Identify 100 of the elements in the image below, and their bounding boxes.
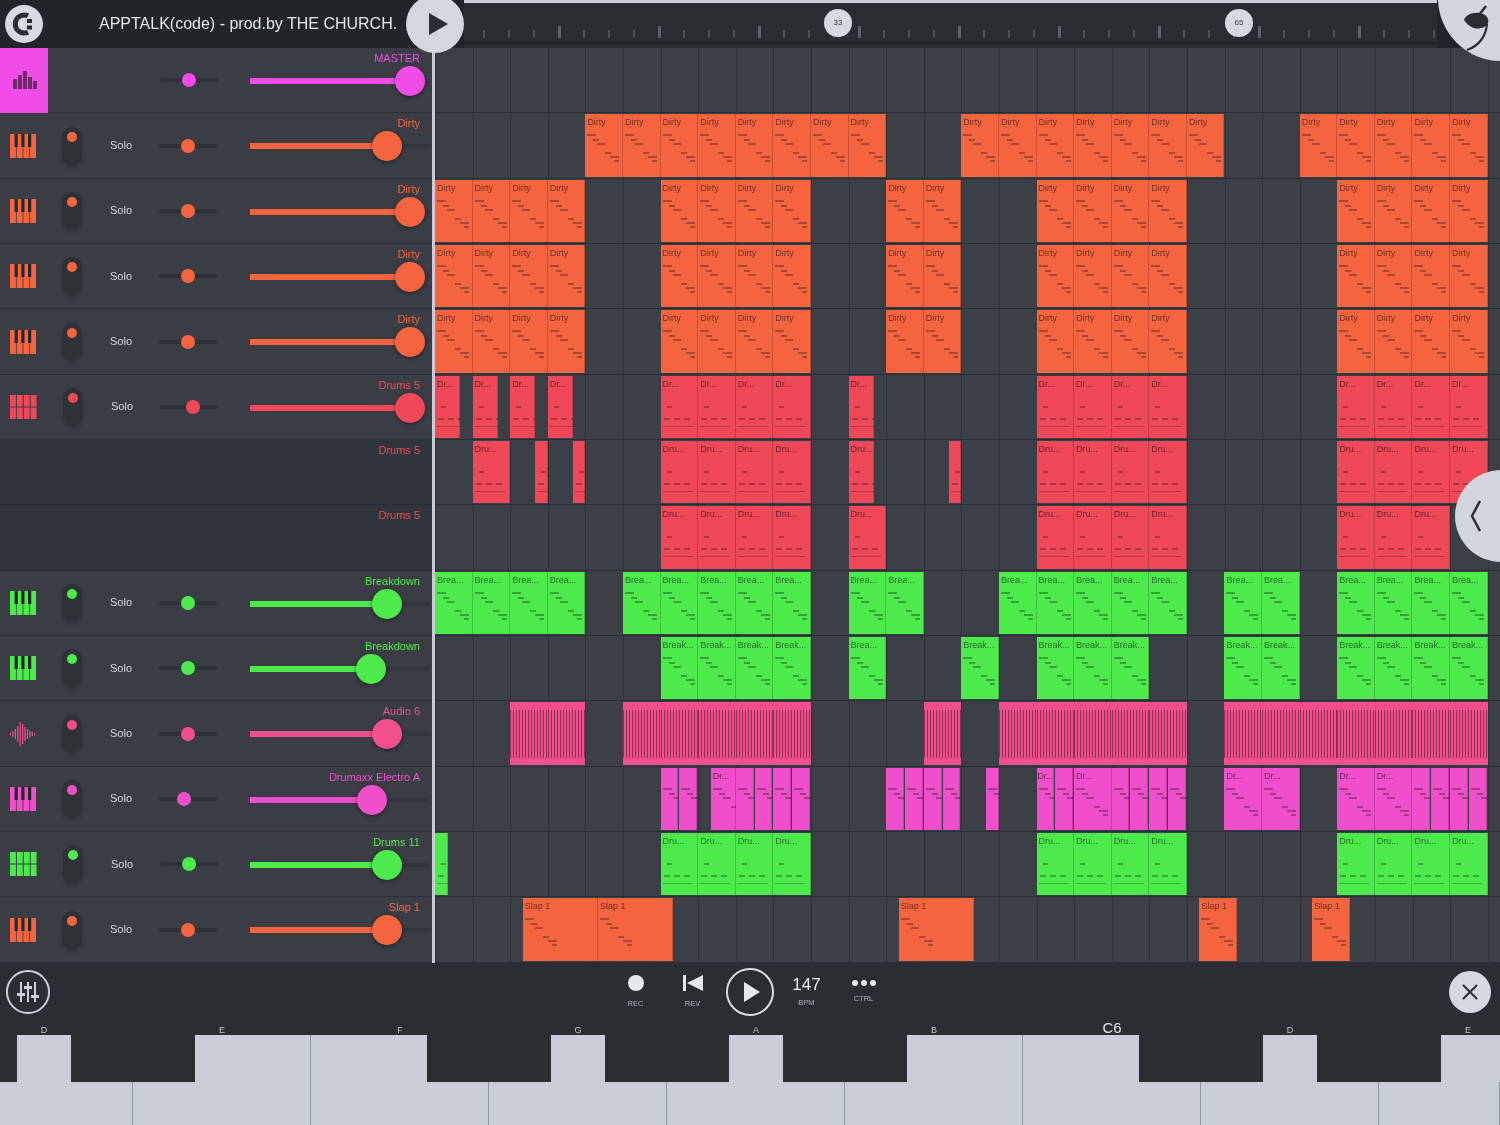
audio-clip[interactable] xyxy=(547,702,586,765)
pattern-clip[interactable]: Dru... xyxy=(1111,833,1150,896)
pattern-clip[interactable]: Brea... xyxy=(773,571,811,635)
pattern-clip[interactable] xyxy=(1431,767,1450,831)
audio-clip[interactable] xyxy=(1412,702,1451,765)
audio-clip[interactable] xyxy=(1337,702,1375,765)
pan-thumb[interactable] xyxy=(181,138,196,153)
pattern-clip[interactable]: Brea... xyxy=(547,571,586,635)
pattern-clip[interactable]: Dru... xyxy=(735,441,774,504)
pattern-clip[interactable] xyxy=(986,767,999,831)
play-button[interactable] xyxy=(725,967,774,1016)
pattern-clip[interactable]: Dirty xyxy=(1450,179,1488,243)
pattern-clip[interactable]: Brea... xyxy=(1224,571,1263,635)
audio-clip[interactable] xyxy=(510,702,548,765)
volume-thumb[interactable] xyxy=(395,327,426,358)
mute-toggle[interactable] xyxy=(62,910,82,949)
pattern-clip[interactable]: Dr... xyxy=(510,375,536,439)
solo-button[interactable]: Solo xyxy=(110,596,133,610)
pan-thumb[interactable] xyxy=(181,595,196,610)
pattern-clip[interactable]: Dirty xyxy=(1149,114,1187,177)
volume-thumb[interactable] xyxy=(395,196,426,227)
audio-clip[interactable] xyxy=(1262,702,1300,765)
pattern-clip[interactable]: Dru... xyxy=(1374,506,1413,569)
volume-slider[interactable] xyxy=(250,326,430,359)
pattern-clip[interactable]: Dru... xyxy=(848,506,887,569)
pattern-clip[interactable]: Dru... xyxy=(1036,441,1075,504)
pattern-clip[interactable]: Brea... xyxy=(1149,571,1187,635)
pattern-clip[interactable]: Dirty xyxy=(1299,114,1338,177)
pattern-clip[interactable]: Dirty xyxy=(660,310,699,373)
pattern-clip[interactable] xyxy=(535,441,548,504)
pan-slider[interactable] xyxy=(160,398,219,415)
volume-thumb[interactable] xyxy=(371,131,402,162)
pattern-clip[interactable]: Dirty xyxy=(1337,114,1375,177)
volume-slider[interactable] xyxy=(250,849,430,882)
audio-clip[interactable] xyxy=(1036,702,1075,765)
pattern-clip[interactable]: Dr... xyxy=(1036,767,1055,831)
pan-slider[interactable] xyxy=(159,725,218,742)
pattern-clip[interactable]: Dirty xyxy=(1450,245,1488,308)
pattern-clip[interactable]: Dirty xyxy=(923,245,962,308)
pattern-clip[interactable]: Dru... xyxy=(1412,833,1451,896)
pattern-clip[interactable]: Dirty xyxy=(1036,114,1075,177)
solo-button[interactable]: Solo xyxy=(110,204,133,218)
pan-slider[interactable] xyxy=(159,660,218,677)
pattern-clip[interactable] xyxy=(435,833,448,896)
volume-thumb[interactable] xyxy=(355,654,386,685)
pattern-clip[interactable]: Break... xyxy=(773,637,811,700)
pattern-clip[interactable]: Brea... xyxy=(1450,571,1488,635)
pattern-clip[interactable]: Break... xyxy=(698,637,736,700)
pan-slider[interactable] xyxy=(159,202,218,219)
pattern-clip[interactable]: Dirty xyxy=(998,114,1037,177)
audio-clip[interactable] xyxy=(773,702,811,765)
pattern-clip[interactable]: Dirty xyxy=(1036,245,1075,308)
pan-thumb[interactable] xyxy=(181,661,196,676)
volume-slider[interactable] xyxy=(250,130,430,163)
pattern-clip[interactable]: Dirty xyxy=(1374,114,1413,177)
pattern-clip[interactable]: Dru... xyxy=(698,833,736,896)
pattern-clip[interactable]: Slap 1 xyxy=(597,898,674,961)
pattern-clip[interactable] xyxy=(923,767,942,831)
pattern-clip[interactable] xyxy=(948,441,962,504)
pattern-clip[interactable]: Dru... xyxy=(1149,441,1187,504)
pattern-clip[interactable]: Break... xyxy=(735,637,774,700)
pattern-clip[interactable]: Dr... xyxy=(710,767,736,831)
pattern-clip[interactable] xyxy=(660,767,679,831)
pan-thumb[interactable] xyxy=(176,791,191,806)
pan-slider[interactable] xyxy=(159,594,218,611)
pattern-clip[interactable]: Dirty xyxy=(1450,114,1488,177)
pattern-clip[interactable]: Dru... xyxy=(773,441,811,504)
mute-toggle[interactable] xyxy=(62,714,82,753)
pattern-clip[interactable]: Dirty xyxy=(1111,114,1150,177)
pattern-clip[interactable]: Dirty xyxy=(1111,310,1150,373)
pattern-clip[interactable]: Brea... xyxy=(998,571,1037,635)
pan-thumb[interactable] xyxy=(181,203,196,218)
pattern-clip[interactable]: Brea... xyxy=(660,571,699,635)
pattern-clip[interactable]: Dru... xyxy=(735,506,774,569)
pattern-clip[interactable]: Dru... xyxy=(1337,441,1375,504)
pattern-clip[interactable]: Dirty xyxy=(773,114,811,177)
pattern-clip[interactable]: Dru... xyxy=(1111,506,1150,569)
volume-slider[interactable] xyxy=(250,65,430,97)
pattern-clip[interactable]: Dirty xyxy=(1374,245,1413,308)
volume-slider[interactable] xyxy=(250,391,430,424)
volume-slider[interactable] xyxy=(250,783,430,816)
pattern-clip[interactable]: Dirty xyxy=(1374,310,1413,373)
pattern-clip[interactable] xyxy=(1130,767,1149,831)
pattern-clip[interactable]: Dr... xyxy=(1074,375,1112,439)
audio-clip[interactable] xyxy=(1074,702,1112,765)
mute-toggle[interactable] xyxy=(62,649,82,688)
pattern-clip[interactable]: Dirty xyxy=(435,310,473,373)
volume-thumb[interactable] xyxy=(395,392,426,423)
solo-button[interactable]: Solo xyxy=(110,139,133,152)
solo-button[interactable]: Solo xyxy=(111,857,134,871)
pattern-clip[interactable]: Dirty xyxy=(1036,310,1075,373)
solo-button[interactable]: Solo xyxy=(110,335,133,349)
audio-clip[interactable] xyxy=(923,702,962,765)
pattern-clip[interactable] xyxy=(572,441,586,504)
solo-button[interactable]: Solo xyxy=(110,661,133,675)
pattern-clip[interactable]: Break... xyxy=(660,637,699,700)
pattern-clip[interactable]: Dr... xyxy=(1074,767,1112,831)
pattern-clip[interactable]: Dirty xyxy=(735,179,774,243)
pattern-clip[interactable]: Brea... xyxy=(510,571,548,635)
pattern-clip[interactable]: Dru... xyxy=(1374,441,1413,504)
